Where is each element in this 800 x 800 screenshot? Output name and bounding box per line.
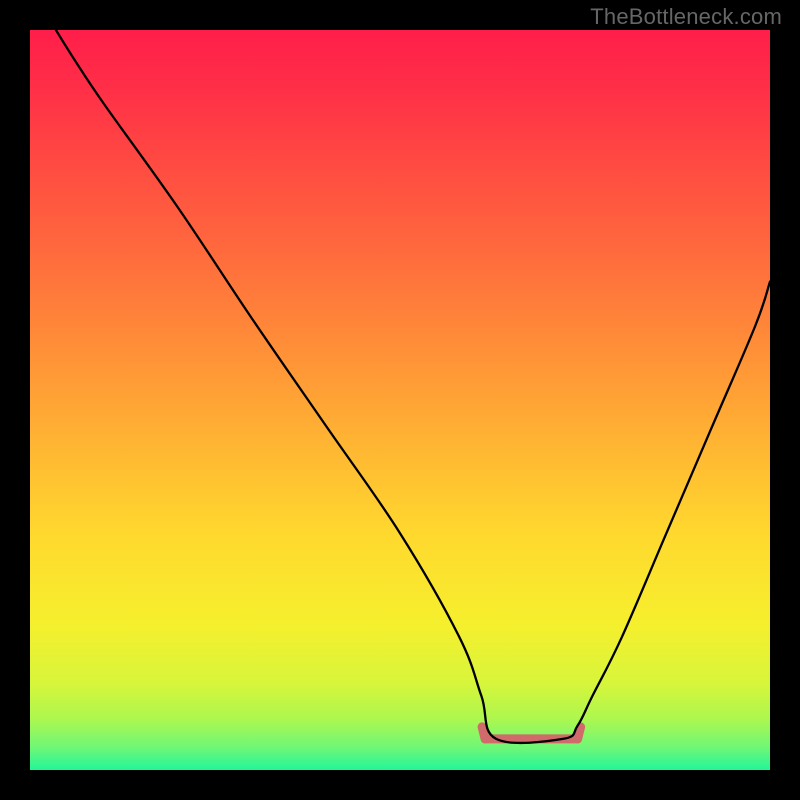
bottleneck-chart	[0, 0, 800, 800]
chart-gradient-background	[30, 30, 770, 770]
watermark-text: TheBottleneck.com	[590, 4, 782, 30]
chart-container: TheBottleneck.com	[0, 0, 800, 800]
